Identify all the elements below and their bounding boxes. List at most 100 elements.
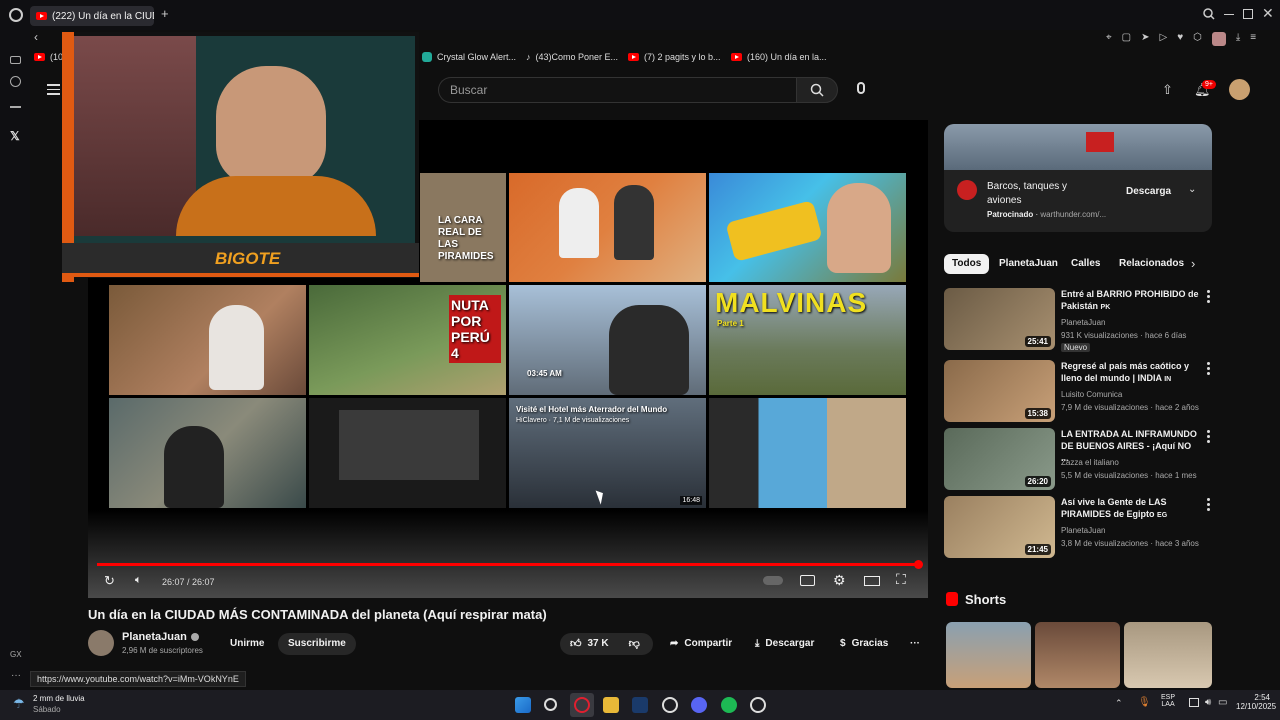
- list-item[interactable]: 15:38 Regresé al país más caótico y llen…: [944, 360, 1212, 422]
- search-button[interactable]: [796, 77, 838, 103]
- more-actions-button[interactable]: ···: [900, 633, 930, 655]
- more-icon[interactable]: ···: [11, 670, 21, 681]
- bookmark-item[interactable]: Crystal Glow Alert...: [422, 52, 516, 62]
- send-icon[interactable]: ➤: [1141, 32, 1149, 46]
- more-options-icon[interactable]: [1207, 290, 1210, 305]
- share-button[interactable]: ➦ Compartir: [660, 633, 742, 655]
- new-tab-icon[interactable]: +: [161, 6, 169, 21]
- discord-icon[interactable]: [691, 697, 707, 713]
- chip-todos[interactable]: Todos: [944, 254, 990, 274]
- download-icon: ⤓: [755, 638, 760, 649]
- settings-gear-icon[interactable]: [750, 697, 766, 713]
- end-card[interactable]: [109, 285, 306, 395]
- chip-relacionados[interactable]: Relacionados: [1111, 254, 1192, 274]
- volume-icon[interactable]: 🔈︎: [135, 574, 142, 587]
- join-button[interactable]: Unirme: [220, 633, 274, 655]
- screenshot-icon[interactable]: ▢: [1122, 32, 1131, 46]
- list-item[interactable]: 25:41 Entré al BARRIO PROHIBIDO de Pakis…: [944, 288, 1212, 352]
- thanks-button[interactable]: $ Gracias: [830, 633, 898, 655]
- list-item[interactable]: 26:20 LA ENTRADA AL INFRAMUNDO DE BUENOS…: [944, 428, 1212, 490]
- spotify-icon[interactable]: [721, 697, 737, 713]
- end-card[interactable]: [709, 173, 906, 282]
- ad-cta-button[interactable]: Descarga: [1126, 186, 1171, 197]
- more-options-icon[interactable]: [1207, 362, 1210, 377]
- download-icon[interactable]: ⤓: [1236, 32, 1240, 46]
- windows-start-icon[interactable]: [515, 697, 531, 713]
- heart-icon[interactable]: ♥: [1177, 32, 1183, 46]
- captions-icon[interactable]: [800, 575, 815, 586]
- network-icon[interactable]: [1189, 698, 1199, 707]
- autoplay-toggle[interactable]: [763, 576, 783, 585]
- chevron-right-icon[interactable]: ›: [1191, 256, 1195, 271]
- end-card[interactable]: [309, 398, 506, 508]
- bookmark-item[interactable]: (7) 2 pagits y lo b...: [628, 52, 721, 62]
- close-icon[interactable]: ✕: [1262, 5, 1274, 22]
- settings-icon[interactable]: ⚙︎: [833, 572, 846, 589]
- clock[interactable]: 2:54 12/10/2025: [1236, 693, 1276, 711]
- chip-planetajuan[interactable]: PlanetaJuan: [991, 254, 1066, 274]
- theater-mode-icon[interactable]: [864, 576, 880, 586]
- like-button[interactable]: 👍︎ 37 K 👎︎: [560, 633, 653, 655]
- profile-avatar[interactable]: [1211, 32, 1226, 46]
- list-item[interactable]: 21:45 Así vive la Gente de LAS PIRAMIDES…: [944, 496, 1212, 558]
- subscribe-button[interactable]: Suscribirme: [278, 633, 356, 655]
- back-icon[interactable]: ‹: [34, 30, 38, 44]
- end-card[interactable]: 03:45 AM: [509, 285, 706, 395]
- microphone-icon[interactable]: [857, 82, 865, 94]
- ad-title: Barcos, tanques y aviones: [987, 181, 1068, 206]
- more-options-icon[interactable]: [1207, 430, 1210, 445]
- bookmark-label: (7) 2 pagits y lo b...: [644, 52, 721, 62]
- speaker-icon[interactable]: 🔊︎: [1205, 697, 1211, 708]
- chevron-down-icon[interactable]: ⌄: [1188, 184, 1196, 195]
- hamburger-menu-icon[interactable]: [47, 84, 60, 95]
- dislike-icon[interactable]: 👎︎: [629, 633, 640, 655]
- opera-gx-icon[interactable]: [574, 697, 590, 713]
- language-indicator[interactable]: ESP LAA: [1161, 694, 1175, 708]
- refresh-icon[interactable]: [10, 76, 21, 87]
- chip-calles[interactable]: Calles: [1063, 254, 1108, 274]
- channel-name-row[interactable]: PlanetaJuan: [122, 631, 199, 643]
- end-card[interactable]: [709, 398, 906, 508]
- progress-bar[interactable]: [97, 563, 919, 566]
- x-twitter-icon[interactable]: 𝕏: [10, 129, 20, 143]
- opera-logo-icon[interactable]: [9, 8, 23, 22]
- menu-icon[interactable]: ≡: [1250, 32, 1256, 46]
- scrubber-handle[interactable]: [914, 560, 923, 569]
- short-thumbnail[interactable]: [1035, 622, 1120, 688]
- bookmark-item[interactable]: (160) Un día en la...: [731, 52, 827, 62]
- extensions-icon[interactable]: ⬡: [1193, 32, 1202, 46]
- end-card[interactable]: NUTA POR PERÚ 4: [309, 285, 506, 395]
- end-card[interactable]: MALVINAS Parte 1: [709, 285, 906, 395]
- pin-icon[interactable]: ⌖: [1106, 32, 1112, 46]
- steam-icon[interactable]: [632, 697, 648, 713]
- short-thumbnail[interactable]: [946, 622, 1031, 688]
- mic-tray-icon[interactable]: 🎙︎: [1138, 697, 1151, 708]
- obs-icon[interactable]: [662, 697, 678, 713]
- bookmark-item[interactable]: ♪ (43)Como Poner E...: [526, 52, 618, 62]
- short-thumbnail[interactable]: [1124, 622, 1212, 688]
- channel-avatar[interactable]: [88, 630, 114, 656]
- chevron-up-icon[interactable]: ⌃: [1115, 698, 1123, 709]
- gamepad-icon[interactable]: [10, 56, 21, 64]
- search-icon[interactable]: [544, 698, 557, 711]
- minimize-icon[interactable]: [1224, 14, 1234, 15]
- search-input[interactable]: Buscar: [438, 77, 796, 103]
- end-card[interactable]: Visité el Hotel más Aterrador del Mundo …: [509, 398, 706, 508]
- account-avatar[interactable]: [1229, 79, 1250, 100]
- search-icon[interactable]: [1203, 8, 1215, 20]
- fullscreen-icon[interactable]: ⛶: [896, 571, 906, 588]
- bag-icon[interactable]: [10, 98, 21, 108]
- end-card[interactable]: LA CARA REAL DE LAS PIRAMIDES: [420, 173, 506, 282]
- play-icon[interactable]: ▷: [1159, 32, 1167, 46]
- end-card[interactable]: [509, 173, 706, 282]
- upload-icon[interactable]: ⇧: [1162, 82, 1173, 98]
- end-card[interactable]: [109, 398, 306, 508]
- file-explorer-icon[interactable]: [603, 697, 619, 713]
- replay-icon[interactable]: ↻: [104, 573, 115, 589]
- sponsored-ad[interactable]: Barcos, tanques y aviones Patrocinado · …: [944, 124, 1212, 232]
- more-options-icon[interactable]: [1207, 498, 1210, 513]
- maximize-icon[interactable]: [1243, 9, 1253, 19]
- battery-icon[interactable]: ▭: [1218, 697, 1227, 708]
- download-button[interactable]: ⤓ Descargar: [745, 633, 824, 655]
- browser-tab[interactable]: (222) Un día en la CIUDAD: [30, 6, 154, 26]
